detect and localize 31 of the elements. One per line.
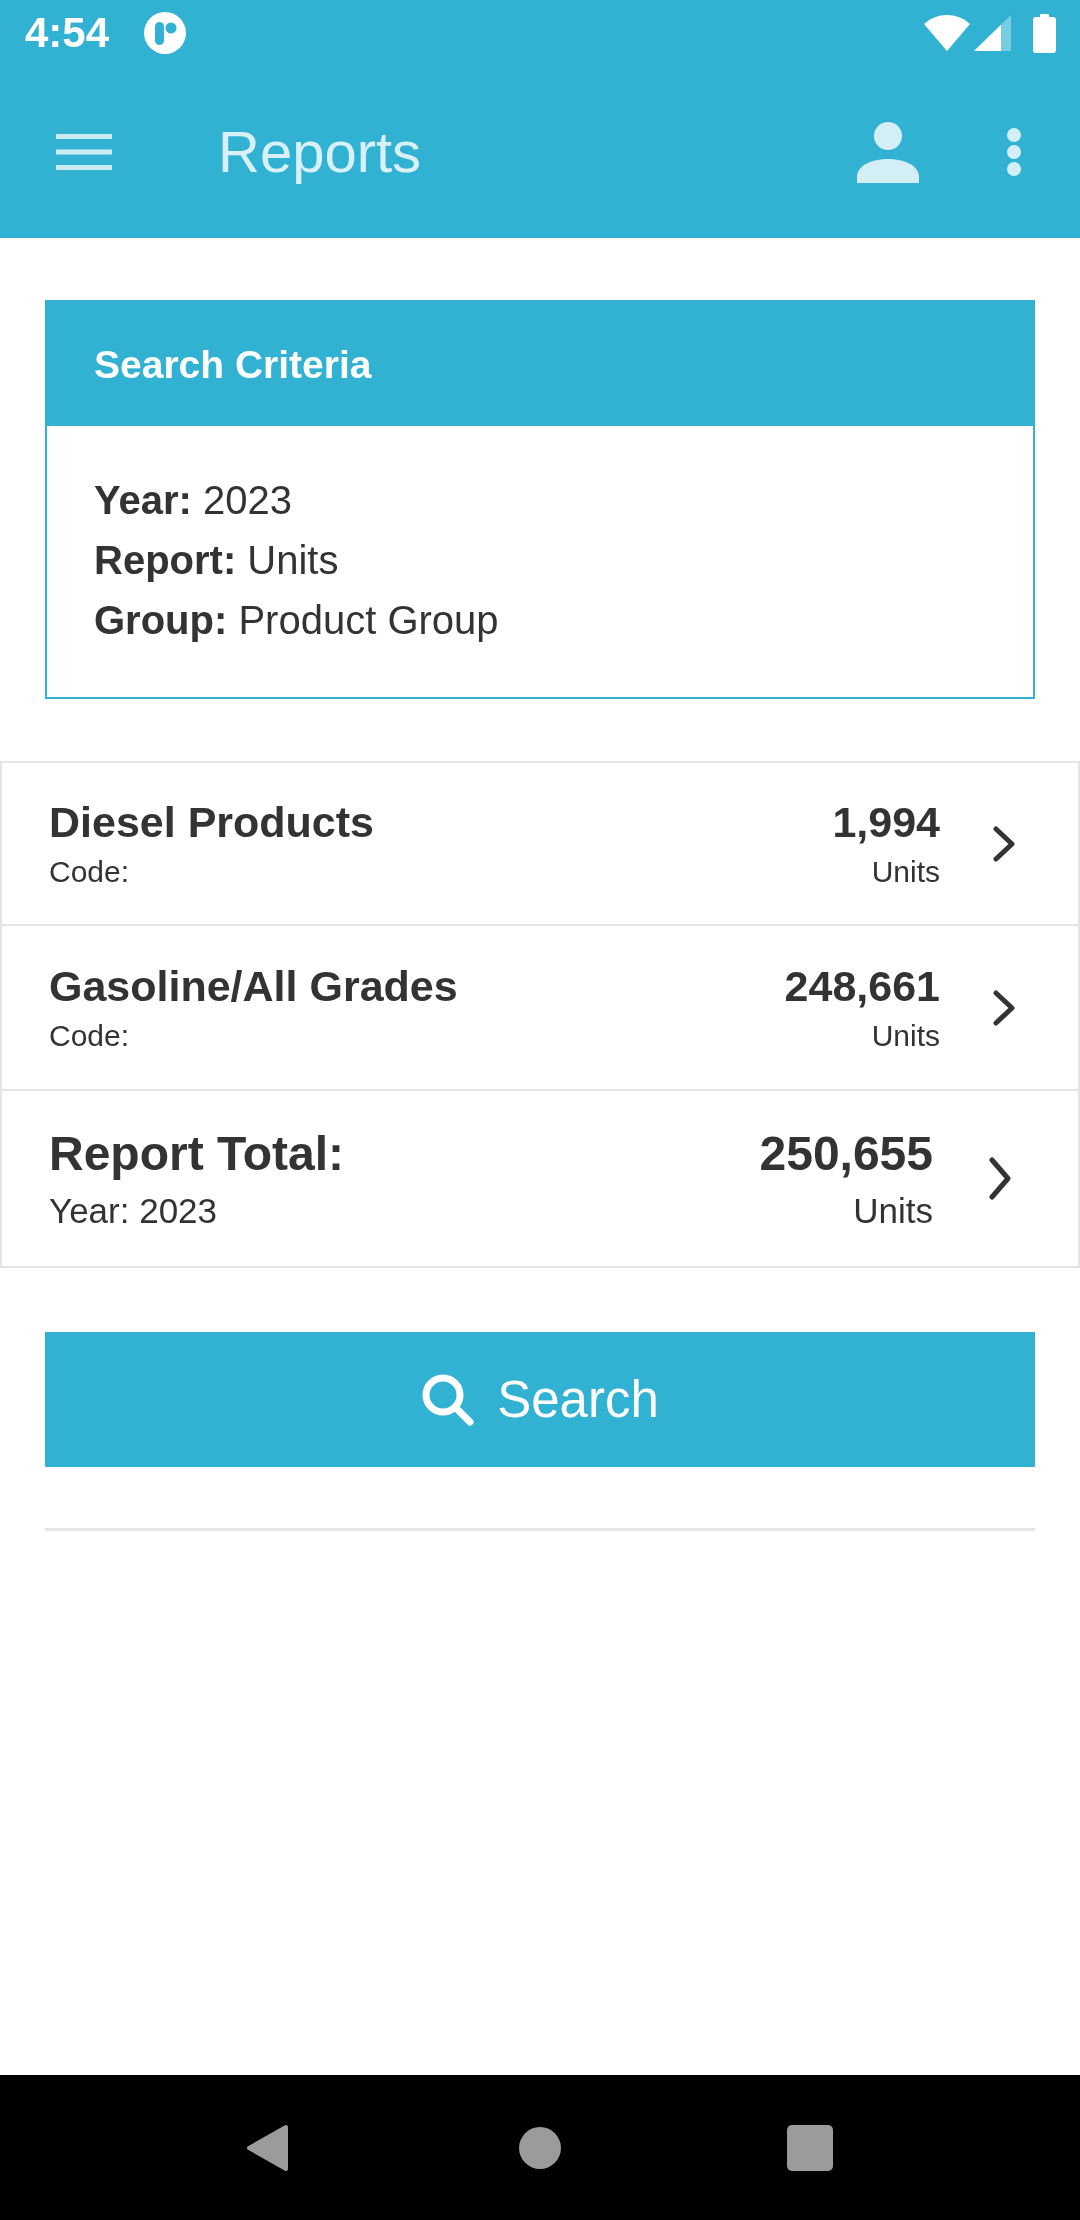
result-value: 250,655 <box>759 1125 933 1182</box>
search-icon <box>421 1372 476 1427</box>
result-subtitle: Code: <box>49 853 130 890</box>
result-title: Report Total: <box>49 1125 345 1182</box>
criteria-line: Report: Units <box>94 537 339 584</box>
result-value: 248,661 <box>784 960 940 1012</box>
result-title: Diesel Products <box>49 796 374 848</box>
criteria-line: Year: 2023 <box>94 477 292 524</box>
result-value: 1,994 <box>832 796 940 848</box>
back-icon[interactable] <box>246 2123 288 2172</box>
app-logo-icon <box>144 12 187 54</box>
card-title: Search Criteria <box>94 344 372 384</box>
result-row[interactable]: Report Total: Year: 2023 250,655 Units <box>0 1091 1080 1268</box>
recents-icon[interactable] <box>787 2124 833 2171</box>
chevron-right-icon <box>992 989 1016 1026</box>
signal-icon <box>974 15 1011 51</box>
criteria-line: Group: Product Group <box>94 597 499 644</box>
home-icon[interactable] <box>519 2126 561 2169</box>
status-time: 4:54 <box>25 12 110 54</box>
result-subtitle: Year: 2023 <box>49 1189 218 1232</box>
chevron-right-icon <box>992 825 1016 862</box>
result-unit: Units <box>853 1189 933 1232</box>
result-row[interactable]: Gasoline/All Grades Code: 248,661 Units <box>0 926 1080 1091</box>
wifi-icon <box>924 15 970 51</box>
result-row[interactable]: Diesel Products Code: 1,994 Units <box>0 761 1080 926</box>
chevron-right-icon <box>988 1157 1012 1200</box>
result-subtitle: Code: <box>49 1017 130 1054</box>
result-unit: Units <box>871 853 940 890</box>
result-title: Gasoline/All Grades <box>49 960 458 1012</box>
result-unit: Units <box>871 1017 940 1054</box>
battery-icon <box>1033 13 1056 53</box>
